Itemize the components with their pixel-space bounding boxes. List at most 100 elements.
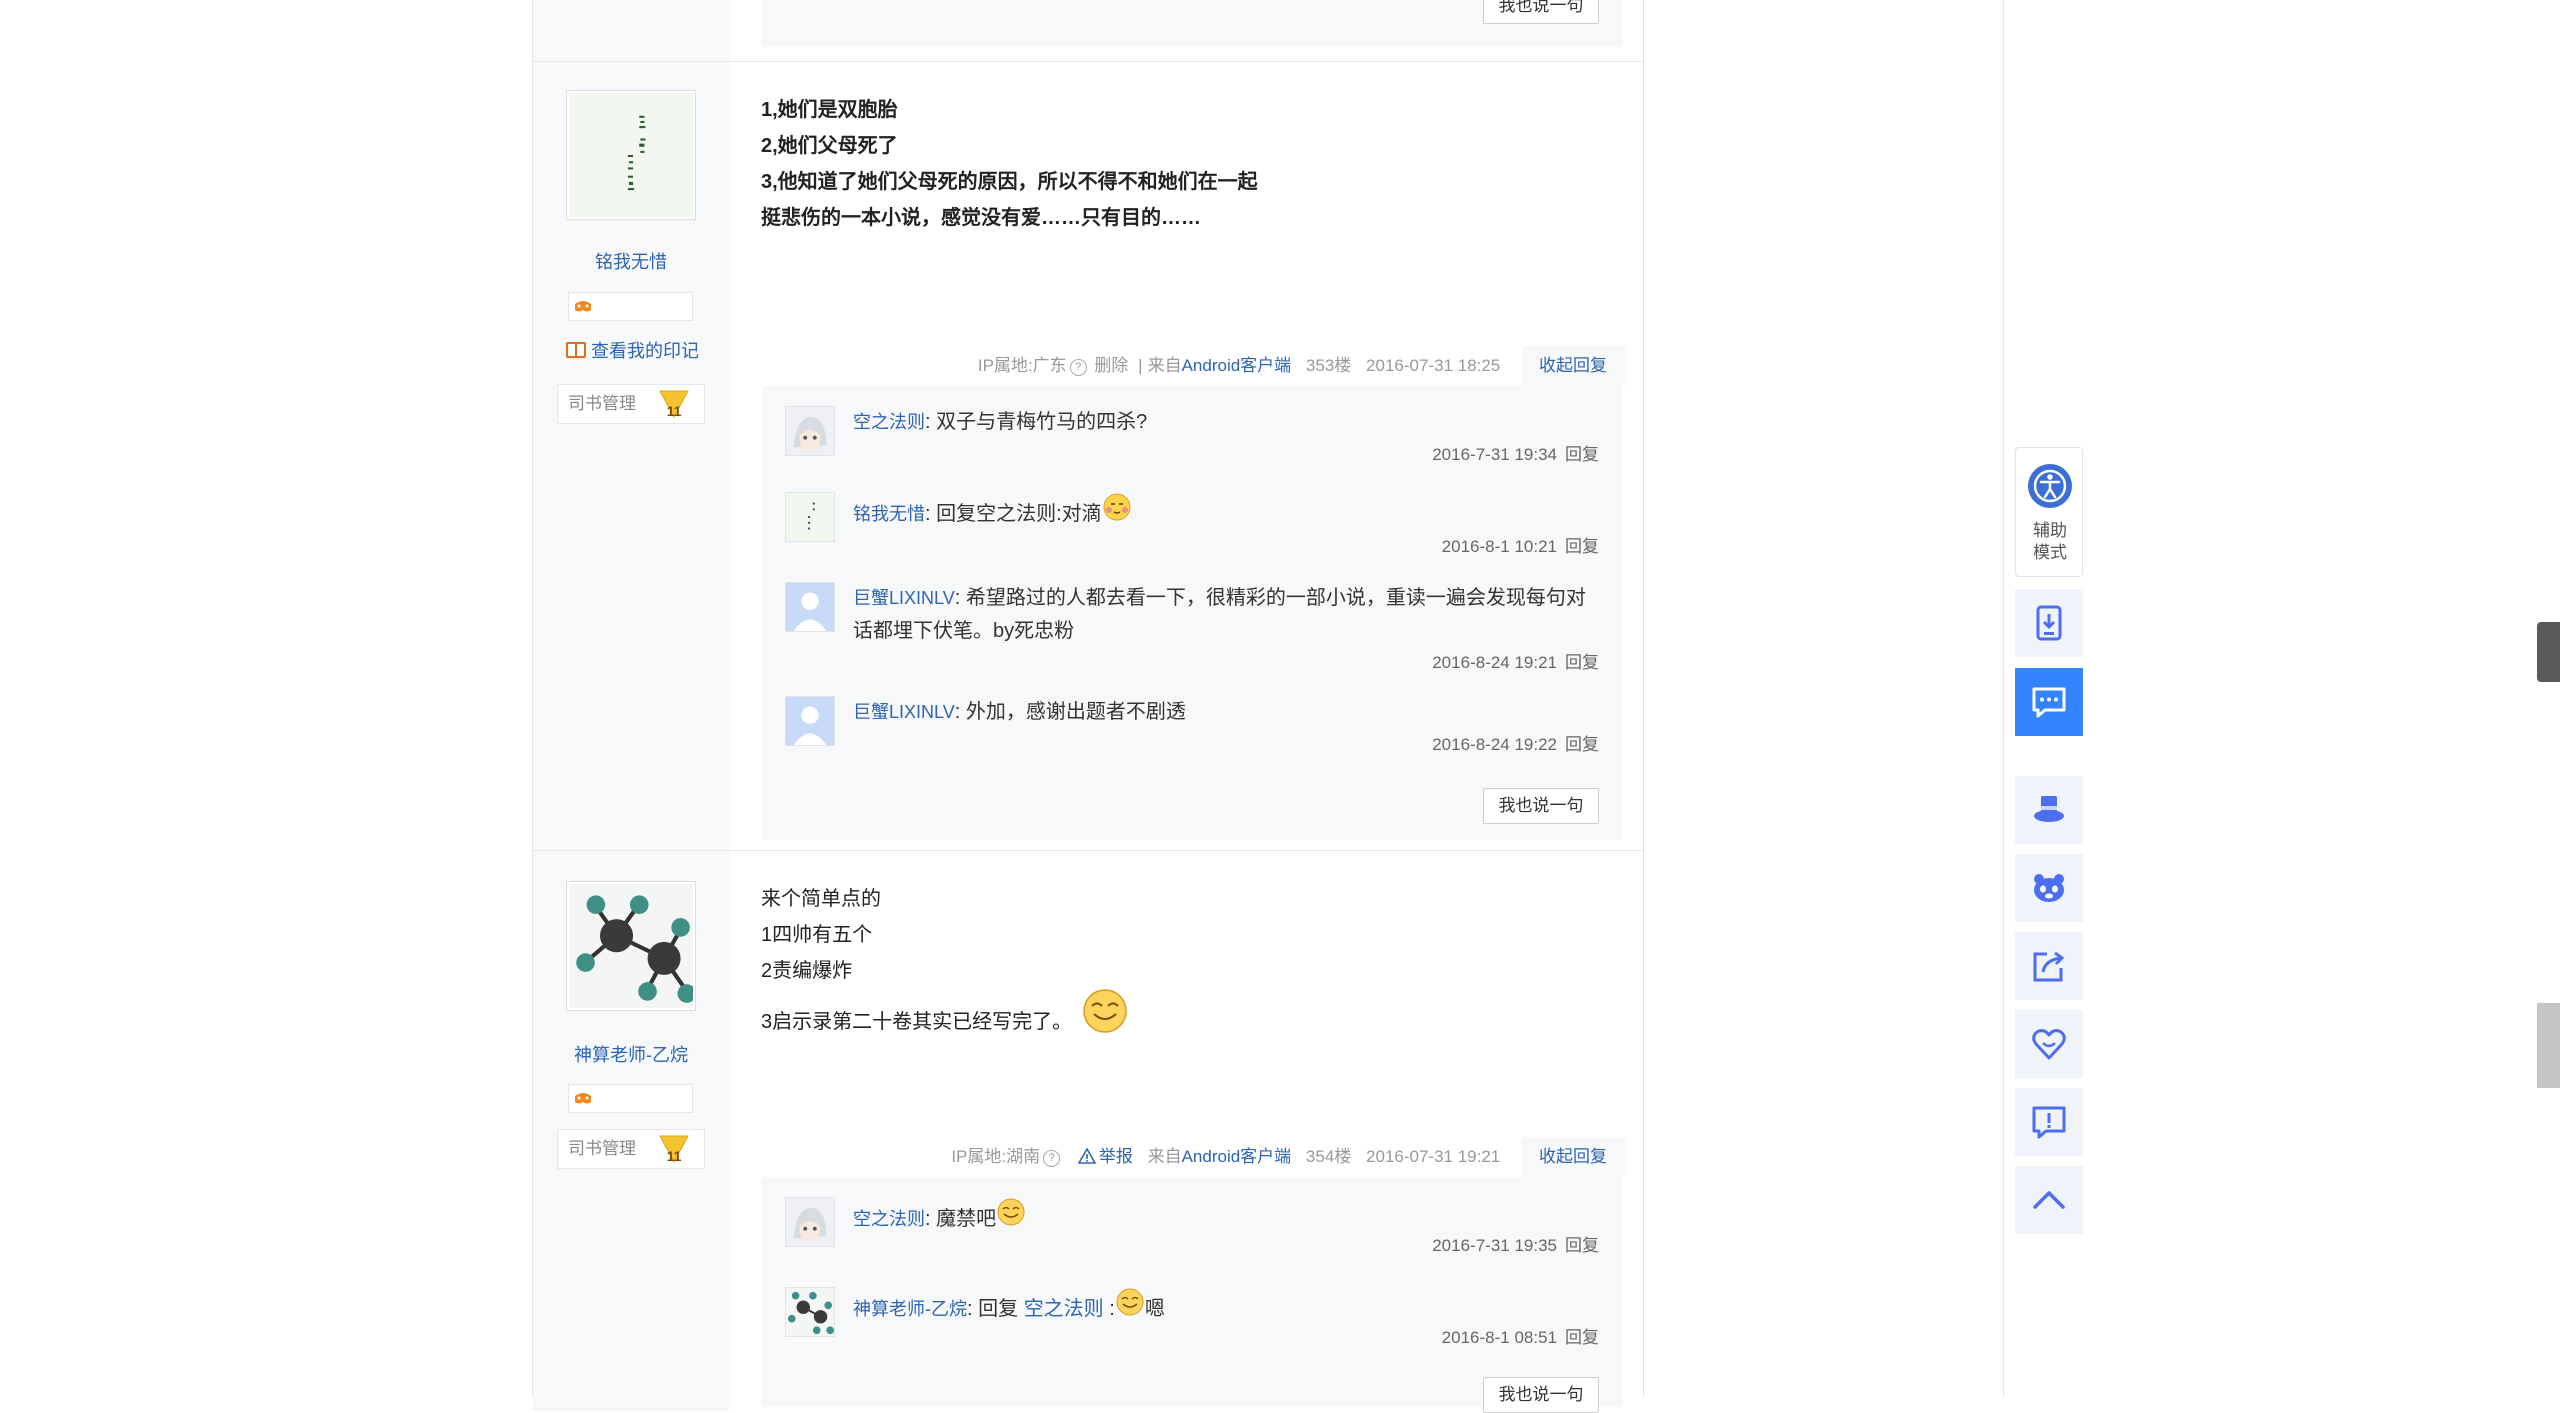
avatar[interactable] — [566, 90, 696, 220]
previous-lzl-panel: 我也说一句 — [761, 0, 1623, 47]
scrollbar-thumb[interactable] — [2537, 1003, 2560, 1088]
report-link[interactable]: 举报 — [1077, 1147, 1133, 1166]
blushing-face-icon — [1103, 493, 1131, 521]
reply-meta: 2016-8-1 10:21 回复 — [1442, 532, 1599, 557]
hat-button[interactable] — [2015, 776, 2083, 844]
post-line: 2,她们父母死了 — [761, 135, 898, 157]
level-number: 11 — [666, 403, 682, 419]
share-icon — [2033, 951, 2065, 982]
reply-panel: 空之法则: 双子与青梅竹马的四杀? 2016-7-31 19:34 回复 铭我无惜… — [761, 386, 1623, 840]
reply-link[interactable]: 回复 — [1565, 445, 1599, 464]
reply-avatar[interactable] — [785, 406, 835, 456]
collapse-replies-button[interactable]: 收起回复 — [1521, 346, 1625, 386]
reply-content: 回复 — [978, 1298, 1019, 1320]
post-content: 1,她们是双胞胎 2,她们父母死了 3,他知道了她们父母死的原因，所以不得不和她… — [761, 62, 1643, 850]
reply-link[interactable]: 回复 — [1565, 537, 1599, 556]
reply-content-suffix: 嗯 — [1144, 1298, 1165, 1320]
side-collapse-tab[interactable] — [2537, 622, 2560, 682]
post-content: 来个简单点的 1四帅有五个 2责编爆炸 3启示录第二十卷其实已经写完了。 IP属… — [761, 851, 1643, 1413]
reply-item: 神算老师-乙烷: 回复 空之法则 :嗯 2016-8-1 08:51 回复 — [785, 1287, 1599, 1357]
post-line: 3,他知道了她们父母死的原因，所以不得不和她们在一起 — [761, 171, 1258, 193]
username[interactable]: 神算老师-乙烷 — [533, 1041, 729, 1067]
reply-link[interactable]: 回复 — [1565, 653, 1599, 672]
post-354: 神算老师-乙烷 司书管理 11 来个简单点的 1四帅有五个 2责编爆炸 3启示录… — [533, 851, 1643, 1413]
collapse-replies-button[interactable]: 收起回复 — [1521, 1137, 1625, 1177]
admin-badge[interactable]: 司书管理 11 — [557, 1129, 705, 1169]
author-sidebar: 铭我无惜 查看我的印记 司书管理 11 — [533, 62, 729, 850]
reply-meta: 2016-7-31 19:35 回复 — [1432, 1231, 1599, 1256]
client-link[interactable]: Android客户端 — [1182, 1147, 1292, 1166]
divider: | — [1138, 356, 1143, 375]
reply-avatar[interactable] — [785, 1287, 835, 1337]
say-button[interactable]: 我也说一句 — [1483, 1377, 1599, 1413]
username[interactable]: 铭我无惜 — [533, 248, 729, 274]
hat-icon — [2034, 796, 2064, 822]
previous-post: 我也说一句 — [533, 0, 1643, 62]
post-line: 1,她们是双胞胎 — [761, 99, 898, 121]
mascot-button[interactable] — [2015, 854, 2083, 922]
download-app-button[interactable] — [2015, 589, 2083, 657]
reply-meta: 2016-8-24 19:22 回复 — [1432, 730, 1599, 755]
reply-link[interactable]: 回复 — [1565, 1236, 1599, 1255]
reply-link[interactable]: 回复 — [1565, 1328, 1599, 1347]
say-button[interactable]: 我也说一句 — [1483, 0, 1599, 24]
ip-location: IP属地:湖南 — [951, 1147, 1041, 1166]
reply-author[interactable]: 神算老师-乙烷 — [853, 1299, 967, 1319]
accessibility-icon — [2028, 464, 2072, 508]
reply-author[interactable]: 巨蟹LIXINLV — [853, 702, 955, 722]
comment-icon — [2032, 687, 2066, 718]
reply-link[interactable]: 回复 — [1565, 735, 1599, 754]
imprint-link[interactable]: 查看我的印记 — [565, 337, 699, 363]
avatar[interactable] — [566, 881, 696, 1011]
assist-mode-button[interactable]: 辅助模式 — [2015, 447, 2083, 577]
reply-time: 2016-8-24 19:21 — [1432, 653, 1557, 672]
post-body: 来个简单点的 1四帅有五个 2责编爆炸 — [761, 881, 881, 989]
smiley-face-icon — [1082, 989, 1127, 1033]
reply-meta: 2016-8-24 19:21 回复 — [1432, 648, 1599, 673]
comment-button[interactable] — [2015, 668, 2083, 736]
admin-label: 司书管理 — [568, 1139, 636, 1158]
reply-avatar[interactable] — [785, 492, 835, 542]
reply-item: 空之法则: 双子与青梅竹马的四杀? 2016-7-31 19:34 回复 — [785, 406, 1599, 476]
mentioned-user-link[interactable]: 空之法则 — [1024, 1298, 1104, 1320]
reply-content: 希望路过的人都去看一下，很精彩的一部小说，重读一遍会发现每句对话都埋下伏笔。by… — [853, 587, 1586, 642]
previous-post-sidebar — [533, 0, 729, 61]
reply-content: 外加，感谢出题者不剧透 — [965, 701, 1186, 723]
back-to-top-icon — [2033, 1191, 2065, 1209]
reply-author[interactable]: 空之法则 — [853, 1209, 925, 1229]
post-353: 铭我无惜 查看我的印记 司书管理 11 1,她们是双胞胎 2,她们父母死了 3,… — [533, 62, 1643, 851]
reply-avatar[interactable] — [785, 1197, 835, 1247]
reply-author[interactable]: 空之法则 — [853, 412, 925, 432]
post-line: 1四帅有五个 — [761, 924, 873, 946]
reply-author[interactable]: 铭我无惜 — [853, 504, 925, 524]
book-icon — [566, 342, 586, 358]
share-button[interactable] — [2015, 932, 2083, 1000]
help-icon[interactable]: ? — [1069, 359, 1087, 376]
report-icon — [2032, 1106, 2066, 1139]
post-line: 2责编爆炸 — [761, 960, 853, 982]
client-link[interactable]: Android客户端 — [1182, 356, 1292, 375]
badge-row — [568, 1084, 693, 1113]
anime-avatar-image — [786, 1198, 834, 1246]
reply-author[interactable]: 巨蟹LIXINLV — [853, 588, 955, 608]
reply-time: 2016-8-1 10:21 — [1441, 537, 1557, 556]
reply-text: 巨蟹LIXINLV: 外加，感谢出题者不剧透 — [853, 701, 1186, 723]
avatar-image — [786, 493, 834, 541]
reply-item: 巨蟹LIXINLV: 希望路过的人都去看一下，很精彩的一部小说，重读一遍会发现每… — [785, 582, 1599, 676]
post-time: 2016-07-31 18:25 — [1366, 356, 1501, 375]
delete-link[interactable]: 删除 — [1094, 356, 1128, 375]
admin-badge[interactable]: 司书管理 11 — [557, 384, 705, 424]
help-icon[interactable]: ? — [1043, 1150, 1061, 1167]
level-icon: 11 — [658, 1134, 690, 1164]
reply-avatar[interactable] — [785, 582, 835, 632]
say-button[interactable]: 我也说一句 — [1483, 788, 1599, 824]
reply-text: 巨蟹LIXINLV: 希望路过的人都去看一下，很精彩的一部小说，重读一遍会发现每… — [853, 587, 1586, 642]
ip-location: IP属地:广东 — [977, 356, 1067, 375]
favorite-button[interactable] — [2015, 1010, 2083, 1078]
report-button[interactable] — [2015, 1088, 2083, 1156]
post-line: 来个简单点的 — [761, 888, 881, 910]
from-label: 来自 — [1147, 356, 1182, 375]
back-to-top-button[interactable] — [2015, 1166, 2083, 1234]
reply-avatar[interactable] — [785, 696, 835, 746]
reply-text: 神算老师-乙烷: 回复 空之法则 :嗯 — [853, 1287, 1599, 1326]
